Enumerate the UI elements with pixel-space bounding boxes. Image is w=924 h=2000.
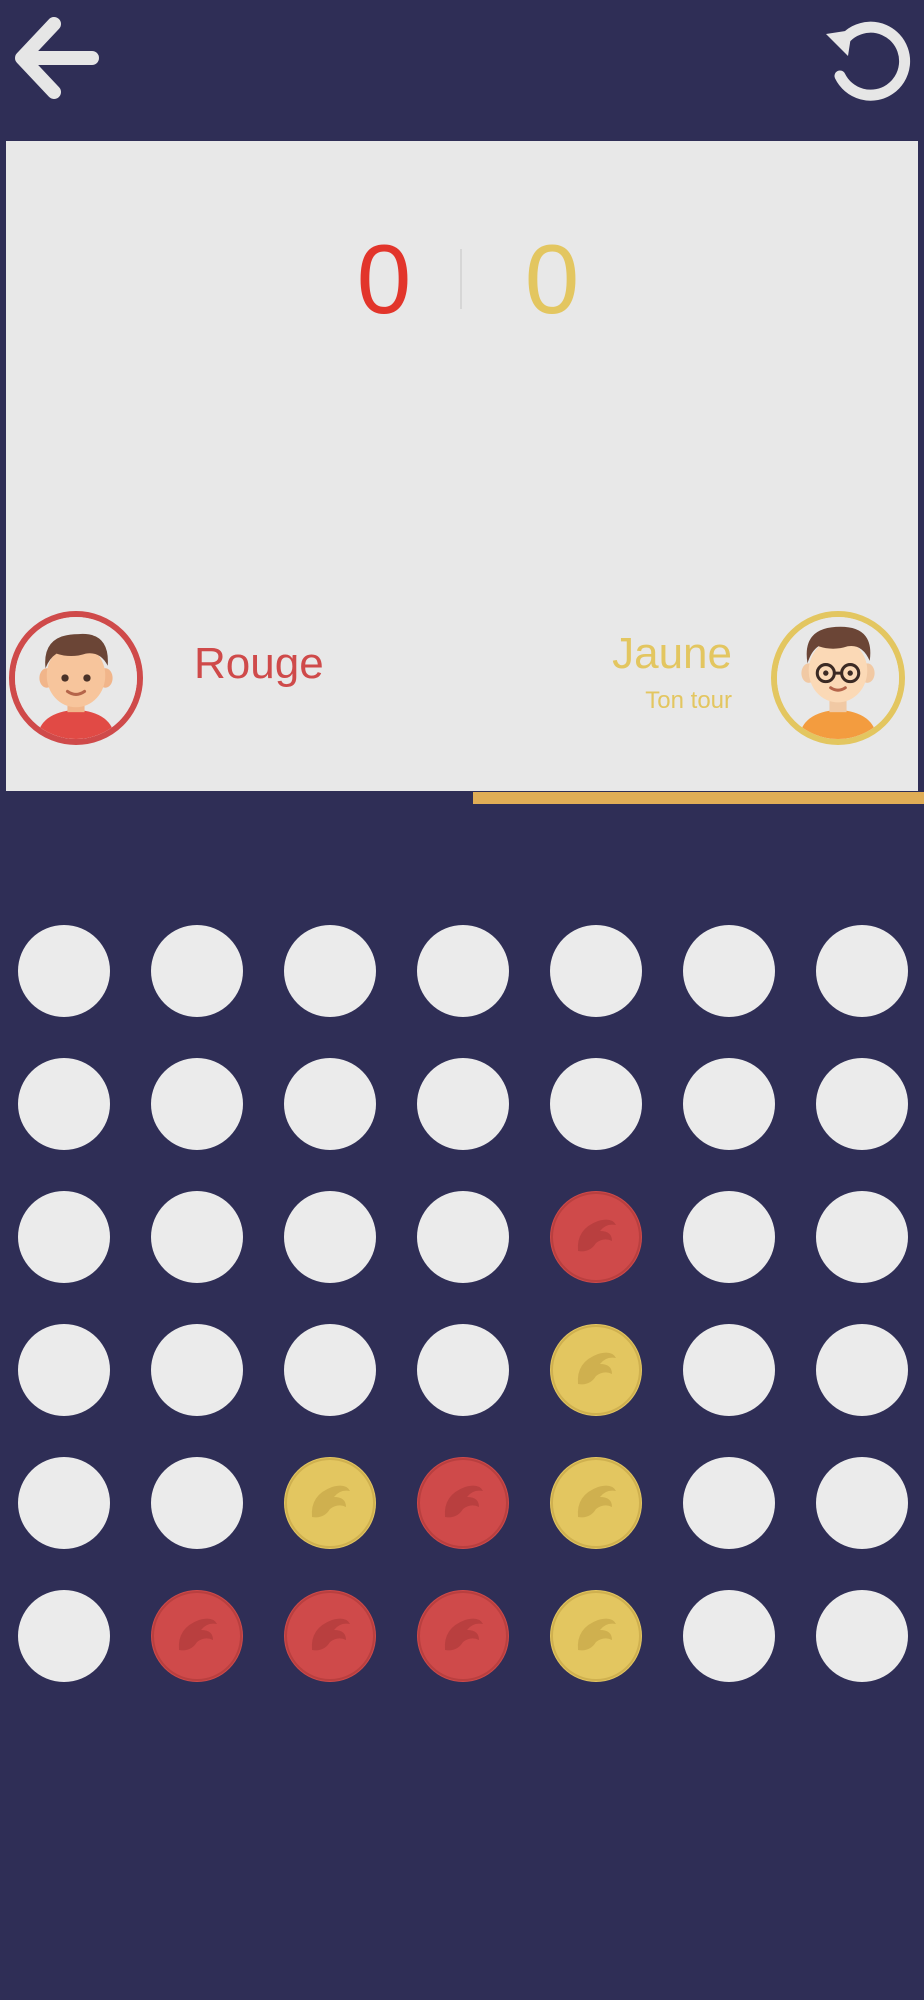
disc-emblem-icon	[285, 1591, 375, 1681]
empty-slot[interactable]	[284, 1058, 376, 1150]
empty-slot[interactable]	[18, 1191, 110, 1283]
yellow-score: 0	[524, 224, 580, 334]
empty-slot[interactable]	[816, 1058, 908, 1150]
empty-slot[interactable]	[18, 1457, 110, 1549]
empty-slot[interactable]	[284, 1324, 376, 1416]
empty-slot[interactable]	[151, 1191, 243, 1283]
red-player-avatar	[9, 611, 143, 745]
score-divider	[460, 249, 462, 309]
empty-slot[interactable]	[151, 1324, 243, 1416]
yellow-disc[interactable]	[550, 1457, 642, 1549]
empty-slot[interactable]	[284, 1191, 376, 1283]
empty-slot[interactable]	[417, 1058, 509, 1150]
empty-slot[interactable]	[550, 925, 642, 1017]
empty-slot[interactable]	[816, 1324, 908, 1416]
empty-slot[interactable]	[683, 1058, 775, 1150]
empty-slot[interactable]	[816, 1457, 908, 1549]
arrow-left-icon	[15, 17, 99, 99]
empty-slot[interactable]	[816, 925, 908, 1017]
yellow-player-avatar	[771, 611, 905, 745]
red-disc[interactable]	[284, 1590, 376, 1682]
disc-emblem-icon	[551, 1591, 641, 1681]
empty-slot[interactable]	[683, 1590, 775, 1682]
disc-emblem-icon	[551, 1192, 641, 1282]
back-button[interactable]	[8, 10, 104, 106]
empty-slot[interactable]	[417, 1324, 509, 1416]
red-disc[interactable]	[550, 1191, 642, 1283]
empty-slot[interactable]	[151, 1457, 243, 1549]
red-disc[interactable]	[417, 1457, 509, 1549]
red-disc[interactable]	[417, 1590, 509, 1682]
empty-slot[interactable]	[417, 1191, 509, 1283]
boy-glasses-avatar-icon	[777, 617, 899, 739]
empty-slot[interactable]	[284, 925, 376, 1017]
restart-button[interactable]	[818, 10, 914, 106]
empty-slot[interactable]	[550, 1058, 642, 1150]
restart-icon	[826, 21, 911, 101]
disc-emblem-icon	[418, 1458, 508, 1548]
empty-slot[interactable]	[683, 1457, 775, 1549]
game-board	[0, 900, 924, 1700]
disc-emblem-icon	[152, 1591, 242, 1681]
empty-slot[interactable]	[683, 925, 775, 1017]
empty-slot[interactable]	[816, 1191, 908, 1283]
empty-slot[interactable]	[151, 1058, 243, 1150]
red-score: 0	[356, 224, 412, 334]
empty-slot[interactable]	[18, 1590, 110, 1682]
empty-slot[interactable]	[18, 925, 110, 1017]
empty-slot[interactable]	[683, 1191, 775, 1283]
yellow-disc[interactable]	[550, 1590, 642, 1682]
disc-emblem-icon	[551, 1458, 641, 1548]
empty-slot[interactable]	[18, 1058, 110, 1150]
disc-emblem-icon	[418, 1591, 508, 1681]
empty-slot[interactable]	[683, 1324, 775, 1416]
score-panel: 0 0 Rouge Jaune Ton tour	[6, 141, 918, 791]
red-player-name: Rouge	[194, 639, 324, 688]
empty-slot[interactable]	[816, 1590, 908, 1682]
yellow-disc[interactable]	[550, 1324, 642, 1416]
empty-slot[interactable]	[18, 1324, 110, 1416]
disc-emblem-icon	[551, 1325, 641, 1415]
red-disc[interactable]	[151, 1590, 243, 1682]
turn-indicator-label: Ton tour	[645, 687, 732, 714]
empty-slot[interactable]	[417, 925, 509, 1017]
yellow-disc[interactable]	[284, 1457, 376, 1549]
turn-progress-bar	[473, 792, 924, 804]
disc-emblem-icon	[285, 1458, 375, 1548]
top-bar	[0, 0, 924, 140]
yellow-player-name: Jaune	[612, 629, 732, 678]
empty-slot[interactable]	[151, 925, 243, 1017]
boy-avatar-icon	[15, 617, 137, 739]
